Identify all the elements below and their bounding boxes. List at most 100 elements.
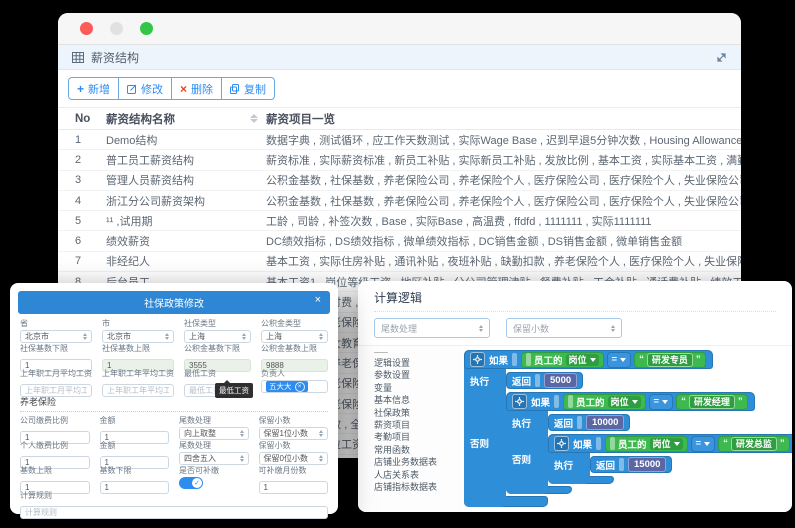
- condition-2[interactable]: 员工的 岗位 = “ 研发经理 ”: [563, 394, 748, 410]
- table-header: No 薪资结构名称 薪资项目一览: [58, 107, 741, 130]
- field-dropdown[interactable]: 岗位: [650, 438, 683, 450]
- makeup-toggle[interactable]: ✓: [179, 477, 203, 489]
- city-select[interactable]: 北京市: [102, 330, 174, 343]
- personal-round-select[interactable]: 四舍五入: [179, 452, 249, 465]
- table-row[interactable]: 1Demo结构数据字典 , 测试循环 , 应工作天数测试 , 实际Wage Ba…: [58, 130, 741, 150]
- text-value-block[interactable]: “ 研发总监 ”: [718, 436, 790, 452]
- minimize-window-button[interactable]: [110, 22, 123, 35]
- expand-icon[interactable]: [716, 52, 727, 63]
- employee-field-block[interactable]: 员工的 岗位: [605, 436, 688, 452]
- text-value-block[interactable]: “ 研发专员 ”: [634, 352, 706, 368]
- menu-item-store-data[interactable]: 店铺业务数据表: [374, 456, 462, 468]
- socket: [512, 353, 517, 366]
- blockly-canvas[interactable]: 如果 员工的 岗位 = “: [462, 346, 792, 512]
- company-ratio-field: 公司缴费比例: [20, 416, 90, 438]
- delete-button[interactable]: × 删除: [172, 77, 222, 100]
- menu-item-social-policy[interactable]: 社保政策: [374, 407, 462, 419]
- page-title: 薪资结构: [91, 49, 139, 66]
- menu-divider: [374, 352, 388, 353]
- employee-field-block[interactable]: 员工的 岗位: [521, 352, 604, 368]
- calc-logic-panel: 计算逻辑 尾数处理 保留小数 逻辑设置 参数设置 变量 基本信息 社保政策 薪资…: [358, 281, 792, 512]
- tag-close-icon[interactable]: ×: [295, 382, 305, 392]
- if-block-1[interactable]: 如果 员工的 岗位 = “: [464, 350, 792, 507]
- company-decimal-select[interactable]: 保留1位小数: [259, 427, 329, 440]
- copy-icon: [230, 84, 240, 94]
- makeup-months-input[interactable]: [259, 481, 329, 494]
- province-select[interactable]: 北京市: [20, 330, 92, 343]
- text-value[interactable]: 研发专员: [647, 353, 693, 367]
- return-block-2[interactable]: 返回 10000: [548, 414, 630, 431]
- gear-icon[interactable]: [470, 352, 485, 367]
- field-dropdown[interactable]: 岗位: [566, 354, 599, 366]
- menu-item-salary-items[interactable]: 薪资项目: [374, 419, 462, 431]
- if-block-3[interactable]: 如果 员工的 岗位: [548, 434, 792, 484]
- sort-icon[interactable]: [250, 114, 258, 123]
- makeup-field: 是否可补缴 ✓: [179, 466, 249, 488]
- return-value[interactable]: 5000: [544, 373, 577, 388]
- modal-title: 社保政策修改: [144, 295, 204, 310]
- zoom-window-button[interactable]: [140, 22, 153, 35]
- copy-button[interactable]: 复制: [222, 77, 275, 100]
- base-upper-field: 基数上限: [20, 466, 90, 488]
- menu-item-variables[interactable]: 变量: [374, 382, 462, 394]
- base-lower-input[interactable]: [100, 481, 170, 494]
- condition-3[interactable]: 员工的 岗位 = “ 研发总监 ”: [605, 436, 790, 452]
- ss-type-select[interactable]: 上海: [184, 330, 251, 343]
- condition-1[interactable]: 员工的 岗位 = “ 研发专员 ”: [521, 352, 706, 368]
- equals-dropdown[interactable]: =: [691, 436, 716, 452]
- menu-item-params[interactable]: 参数设置: [374, 369, 462, 381]
- decimal-select[interactable]: 保留小数: [506, 318, 622, 338]
- modal-body: 省 北京市 市 北京市 社保类型 上海 公积金类型 上海 社保基数下限: [10, 314, 338, 520]
- close-window-button[interactable]: [80, 22, 93, 35]
- text-value-block[interactable]: “ 研发经理 ”: [676, 394, 748, 410]
- close-icon[interactable]: ×: [315, 295, 321, 306]
- fund-type-select[interactable]: 上海: [261, 330, 328, 343]
- gear-icon[interactable]: [554, 436, 569, 451]
- menu-item-basic-info[interactable]: 基本信息: [374, 394, 462, 406]
- text-value[interactable]: 研发经理: [689, 395, 735, 409]
- table-row[interactable]: 3管理人员薪资结构公积金基数 , 社保基数 , 养老保险公司 , 养老保险个人 …: [58, 171, 741, 191]
- menu-item-functions[interactable]: 常用函数: [374, 444, 462, 456]
- table-row[interactable]: 5¹¹ ,试用期工龄 , 司龄 , 补签次数 , Base , 实际Base ,…: [58, 211, 741, 231]
- gear-icon[interactable]: [512, 394, 527, 409]
- rounding-select[interactable]: 尾数处理: [374, 318, 490, 338]
- col-name-header: 薪资结构名称: [106, 111, 266, 127]
- table-row[interactable]: 7非经纪人基本工资 , 实际住房补贴 , 通讯补贴 , 夜班补贴 , 缺勤扣款 …: [58, 252, 741, 272]
- month-avg-field: 上年职工月平均工资: [20, 369, 92, 391]
- table-row[interactable]: 4浙江分公司薪资架构公积金基数 , 社保基数 , 养老保险公司 , 养老保险个人…: [58, 191, 741, 211]
- menu-item-attendance[interactable]: 考勤项目: [374, 431, 462, 443]
- table-row[interactable]: 6绩效薪资DC绩效指标 , DS绩效指标 , 微单绩效指标 , DC销售金额 ,…: [58, 231, 741, 251]
- table-row[interactable]: 2普工员工薪资结构薪资标准 , 实际薪资标准 , 新员工补贴 , 实际新员工补贴…: [58, 150, 741, 170]
- toolbar: + 新增 修改 × 删除 复制: [58, 70, 741, 107]
- year-avg-field: 上年职工年平均工资: [102, 369, 174, 391]
- equals-dropdown[interactable]: =: [649, 394, 674, 410]
- equals-dropdown[interactable]: =: [607, 352, 632, 368]
- plus-icon: +: [77, 83, 84, 95]
- return-block-3[interactable]: 返回 15000: [590, 456, 672, 473]
- year-avg-input[interactable]: [102, 384, 174, 397]
- edit-button[interactable]: 修改: [119, 77, 172, 100]
- add-button[interactable]: + 新增: [68, 77, 119, 100]
- select-caret-icon: [611, 325, 615, 332]
- calc-rule-input[interactable]: [20, 506, 328, 519]
- city-field: 市 北京市: [102, 319, 174, 341]
- personal-round-field: 尾数处理 四舍五入: [179, 441, 249, 463]
- return-value[interactable]: 15000: [628, 457, 666, 472]
- return-value[interactable]: 10000: [586, 415, 624, 430]
- company-round-select[interactable]: 向上取整: [179, 427, 249, 440]
- menu-item-logic[interactable]: 逻辑设置: [374, 357, 462, 369]
- fund-lower-field: 公积金基数下限: [184, 344, 251, 366]
- personal-decimal-select[interactable]: 保留0位小数: [259, 452, 329, 465]
- employee-field-block[interactable]: 员工的 岗位: [563, 394, 646, 410]
- if-block-2[interactable]: 如果 员工的 岗位 =: [506, 392, 792, 494]
- field-dropdown[interactable]: 岗位: [608, 396, 641, 408]
- owner-input[interactable]: 五大大 ×: [261, 380, 328, 393]
- modal-header: 社保政策修改 ×: [18, 291, 330, 314]
- menu-item-person-store[interactable]: 人店关系表: [374, 469, 462, 481]
- delete-x-icon: ×: [180, 83, 187, 95]
- text-value[interactable]: 研发总监: [731, 437, 777, 451]
- base-lower-field: 基数下限: [100, 466, 170, 488]
- menu-item-store-metrics[interactable]: 店铺指标数据表: [374, 481, 462, 493]
- return-block-1[interactable]: 返回 5000: [506, 372, 583, 389]
- block-tail: [464, 496, 548, 507]
